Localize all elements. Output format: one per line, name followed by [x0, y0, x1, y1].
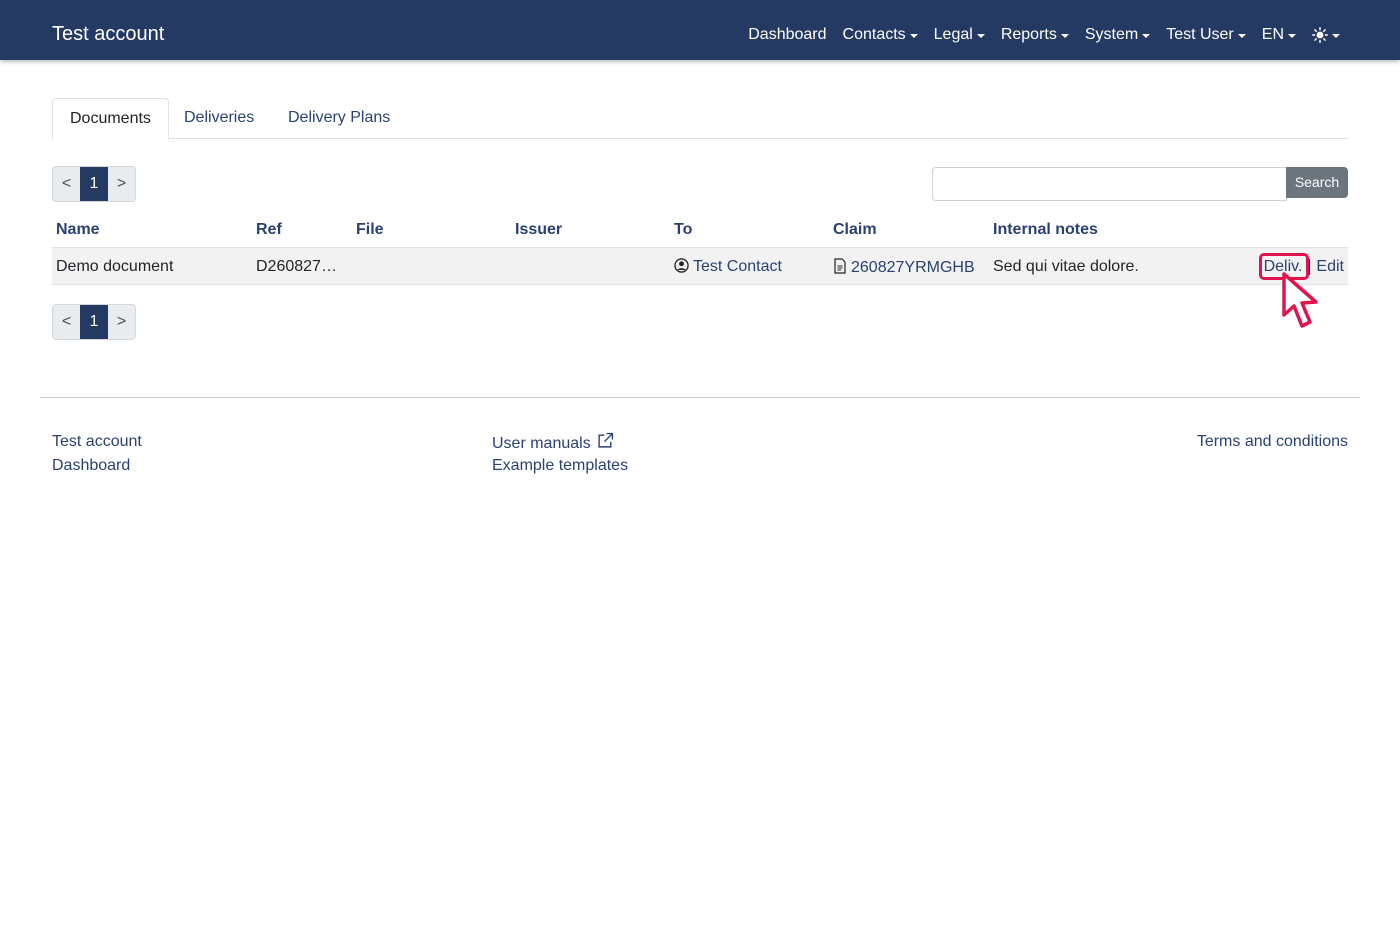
page-prev-button[interactable]: < [53, 305, 80, 339]
cell-name: Demo document [56, 258, 174, 275]
header-ref[interactable]: Ref [256, 221, 282, 239]
brand-link[interactable]: Test account [52, 22, 164, 46]
nav-contacts-dropdown[interactable]: Contacts [835, 24, 926, 46]
caret-down-icon [1288, 34, 1296, 38]
nav-system-dropdown[interactable]: System [1077, 24, 1158, 46]
table-row: Demo document D260827… Test Contact 2608… [52, 248, 1348, 285]
header-internal-notes[interactable]: Internal notes [993, 221, 1098, 239]
sun-icon [1312, 27, 1328, 43]
footer-account-link[interactable]: Test account [52, 432, 142, 452]
pagination-top: < 1 > [52, 166, 136, 202]
nav-theme-dropdown[interactable] [1304, 27, 1348, 43]
caret-down-icon [1237, 34, 1246, 38]
page-current-button[interactable]: 1 [80, 167, 108, 201]
search-input[interactable] [932, 167, 1287, 201]
nav-legal-dropdown[interactable]: Legal [926, 24, 993, 46]
tab-delivery-plans[interactable]: Delivery Plans [271, 98, 407, 139]
page-current-button[interactable]: 1 [80, 305, 108, 339]
caret-down-icon [909, 34, 918, 38]
footer-user-manuals-label: User manuals [492, 435, 591, 452]
documents-table: Name Ref File Issuer To Claim Internal n… [52, 213, 1348, 285]
footer-example-templates-link[interactable]: Example templates [492, 456, 628, 476]
page-next-button[interactable]: > [108, 167, 135, 201]
page-next-button[interactable]: > [108, 305, 135, 339]
contact-link[interactable]: Test Contact [693, 258, 782, 275]
footer-divider [40, 397, 1360, 398]
cell-internal-notes: Sed qui vitae dolore. [993, 258, 1139, 275]
header-claim[interactable]: Claim [833, 221, 877, 239]
nav-system-label: System [1084, 26, 1139, 43]
footer-dashboard-link[interactable]: Dashboard [52, 456, 130, 476]
header-to[interactable]: To [674, 221, 692, 239]
header-file[interactable]: File [356, 221, 384, 239]
nav-reports-label: Reports [1000, 26, 1057, 43]
external-link-icon [598, 432, 614, 448]
footer-user-manuals[interactable]: User manuals [492, 432, 614, 454]
caret-down-icon [976, 34, 985, 38]
page-prev-button[interactable]: < [53, 167, 80, 201]
table-header: Name Ref File Issuer To Claim Internal n… [52, 213, 1348, 248]
tab-deliveries[interactable]: Deliveries [167, 98, 271, 139]
header-issuer[interactable]: Issuer [515, 221, 562, 239]
tab-documents[interactable]: Documents [52, 98, 169, 140]
document-icon [834, 258, 846, 274]
cell-to: Test Contact [674, 258, 782, 276]
header-name[interactable]: Name [56, 221, 100, 239]
caret-down-icon [1142, 34, 1151, 38]
nav-user-dropdown[interactable]: Test User [1158, 24, 1254, 46]
caret-down-icon [1060, 34, 1069, 38]
mouse-pointer-icon [1282, 272, 1318, 328]
cell-claim: 260827YRMGHB [833, 258, 975, 277]
nav-reports-dropdown[interactable]: Reports [993, 24, 1077, 46]
pagination-bottom: < 1 > [52, 304, 136, 340]
nav-contacts-label: Contacts [842, 26, 906, 43]
nav-legal-label: Legal [933, 26, 973, 43]
search-button[interactable]: Search [1286, 167, 1348, 198]
claim-link[interactable]: 260827YRMGHB [851, 259, 975, 276]
nav-dashboard[interactable]: Dashboard [740, 24, 834, 46]
nav-user-label: Test User [1166, 26, 1234, 43]
person-circle-icon [674, 258, 689, 273]
caret-down-icon [1332, 34, 1340, 38]
top-navbar: Test account Dashboard Contacts Legal Re… [0, 0, 1400, 60]
nav-menu: Dashboard Contacts Legal Reports System … [740, 24, 1348, 46]
nav-dashboard-label: Dashboard [748, 26, 827, 43]
nav-language-dropdown[interactable]: EN [1254, 24, 1304, 46]
document-tabs: Documents Deliveries Delivery Plans [52, 98, 1348, 140]
nav-language-label: EN [1261, 26, 1284, 43]
footer-terms-link[interactable]: Terms and conditions [1197, 432, 1348, 452]
cell-ref: D260827… [256, 258, 337, 275]
